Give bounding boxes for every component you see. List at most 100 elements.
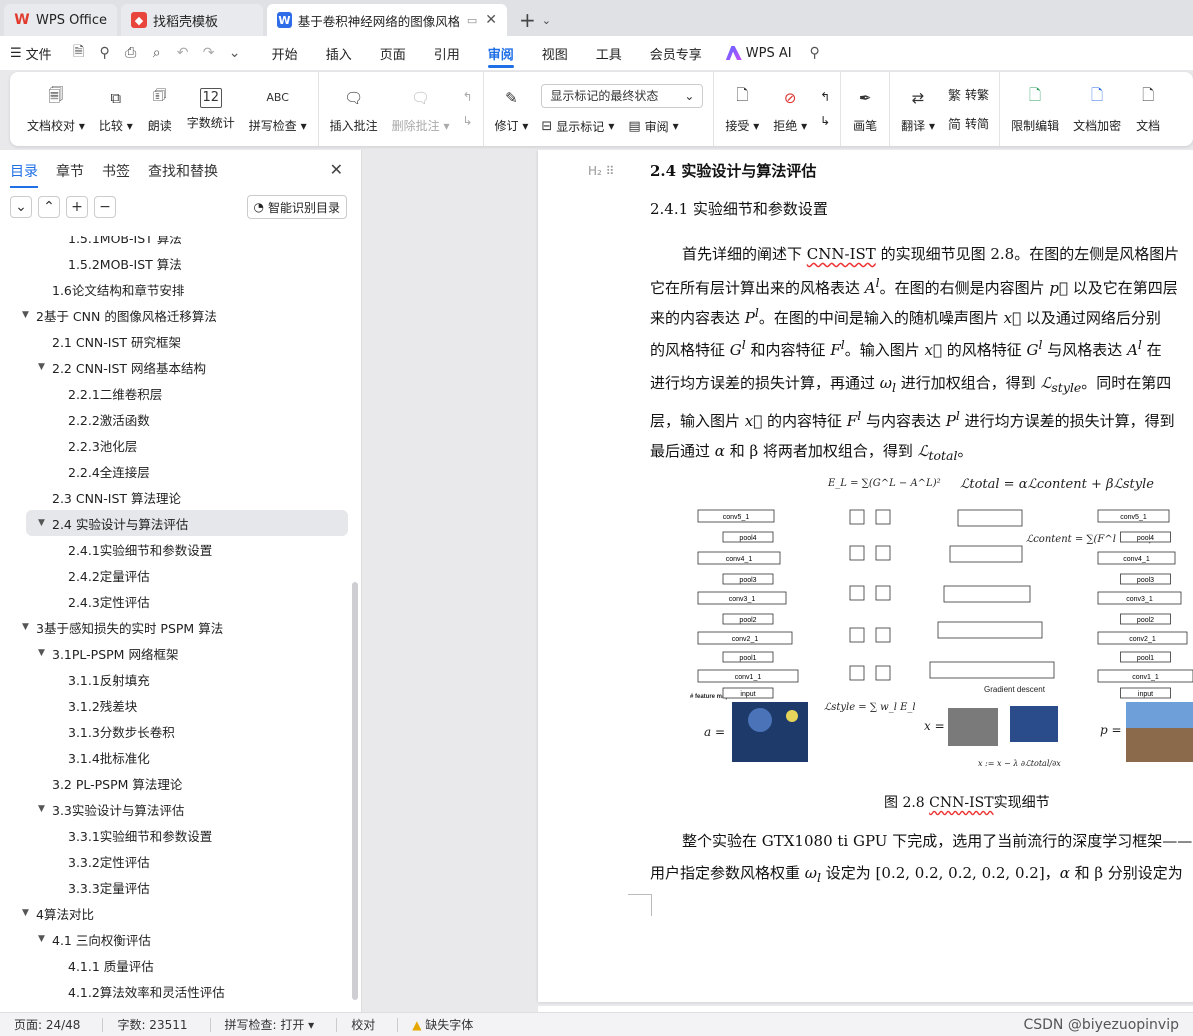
toc-item[interactable]: 3.3.2定性评估 [0,848,150,874]
toc-item[interactable]: 3.3.1实验细节和参数设置 [0,822,212,848]
read-aloud-button[interactable]: 🗊 朗读 [140,72,180,146]
toc-item[interactable]: 3.1.1反射填充 [0,666,150,692]
toc-item[interactable]: 3.1.4批标准化 [0,744,150,770]
to-simplified-button[interactable]: 简 转简 [948,114,989,133]
toc-item[interactable]: ▼ 2.4 实验设计与算法评估 [26,510,348,536]
menu-tab-page[interactable]: 页面 [366,36,420,70]
smart-toc-button[interactable]: ◔ 智能识别目录 [246,195,347,219]
next-change-icon[interactable]: ↳ [820,114,830,128]
to-traditional-button[interactable]: 繁 转繁 [948,85,989,104]
toc-item[interactable]: 2.3 CNN-IST 算法理论 [0,484,181,510]
next-comment-icon[interactable]: ↳ [462,114,472,128]
expand-triangle-icon[interactable]: ▼ [38,804,52,814]
page-indicator[interactable]: 页面: 24/48 [14,1016,80,1033]
close-icon[interactable]: ✕ [485,12,497,28]
toc-item[interactable]: 2.2.4全连接层 [0,458,150,484]
wps-ai-button[interactable]: WPS AI [716,46,802,61]
expand-triangle-icon[interactable]: ▼ [38,934,52,944]
menu-tab-view[interactable]: 视图 [528,36,582,70]
word-count-indicator[interactable]: 字数: 23511 [117,1016,187,1033]
monitor-icon[interactable]: ▭ [467,14,477,27]
toc-item[interactable]: 3.2 PL-PSPM 算法理论 [0,770,182,796]
save-icon[interactable]: 🗎 [66,40,92,66]
insert-comment-button[interactable]: 🗨 插入批注 [323,72,385,146]
print-preview-icon[interactable]: ⌕ [144,40,170,66]
expand-triangle-icon[interactable]: ▼ [22,310,36,320]
nav-tab-bookmarks[interactable]: 书签 [102,150,130,192]
document-more-button[interactable]: 🗋 文档 [1128,72,1168,146]
toc-item[interactable]: 4.1.2算法效率和灵活性评估 [0,978,225,1004]
new-tab-icon[interactable]: + [519,4,536,36]
search-icon[interactable]: ⚲ [802,40,828,66]
menu-tab-references[interactable]: 引用 [420,36,474,70]
menu-tab-start[interactable]: 开始 [258,36,312,70]
compare-button[interactable]: ⧉ 比较 ▾ [92,72,140,146]
toc-item[interactable]: ▼ 3.3实验设计与算法评估 [0,796,184,822]
toc-item[interactable]: ▼ 2.2 CNN-IST 网络基本结构 [0,354,206,380]
proofread-indicator[interactable]: 校对 [351,1016,375,1033]
tab-current-document[interactable]: W 基于卷积神经网络的图像风格迁 ▭ ✕ [267,4,508,36]
share-icon[interactable]: ⚲ [92,40,118,66]
tab-docer-templates[interactable]: ◆ 找稻壳模板 [121,4,264,36]
toc-item[interactable]: 2.2.3池化层 [0,432,137,458]
toc-item[interactable]: 2.2.2激活函数 [0,406,150,432]
accept-button[interactable]: 🗋 接受 ▾ [718,72,766,146]
toc-item[interactable]: ▼ 2基于 CNN 的图像风格迁移算法 [0,302,217,328]
expand-triangle-icon[interactable]: ▼ [38,648,52,658]
add-heading-icon[interactable]: + [66,196,88,218]
nav-tab-toc[interactable]: 目录 [10,150,38,192]
expand-triangle-icon[interactable]: ▼ [38,362,52,372]
remove-heading-icon[interactable]: − [94,196,116,218]
review-pane-button[interactable]: ▤ 审阅 ▾ [628,118,678,135]
toc-item[interactable]: ▼ 3.1PL-PSPM 网络框架 [0,640,178,666]
redo-icon[interactable]: ↷ [196,40,222,66]
spell-check-indicator[interactable]: 拼写检查: 打开 ▾ [225,1016,315,1033]
toc-item[interactable]: 2.1 CNN-IST 研究框架 [0,328,181,354]
reject-button[interactable]: ⊘ 拒绝 ▾ [766,72,814,146]
heading-drag-handle[interactable]: H₂ ⠿ [588,164,614,178]
toc-item[interactable]: 3.1.3分数步长卷积 [0,718,175,744]
toc-item[interactable]: ▼ 4算法对比 [0,900,94,926]
chevron-down-icon[interactable]: ⌄ [222,40,248,66]
delete-comment-button[interactable]: 🗨 删除批注 ▾ [385,72,457,146]
toc-item[interactable]: 2.2.1二维卷积层 [0,380,162,406]
toc-item[interactable]: 1.5.2MOB-IST 算法 [0,250,182,276]
revise-button[interactable]: ✎ 修订 ▾ [488,72,536,146]
show-marks-button[interactable]: ⊟ 显示标记 ▾ [541,118,614,135]
toc-item[interactable]: 3.1.2残差块 [0,692,137,718]
expand-triangle-icon[interactable]: ▼ [22,622,36,632]
print-icon[interactable]: ⎙ [118,40,144,66]
doc-check-button[interactable]: 🗐 文档校对 ▾ [20,72,92,146]
undo-icon[interactable]: ↶ [170,40,196,66]
toc-item[interactable]: 1.5.1MOB-IST 算法 [0,236,182,250]
menu-tab-member[interactable]: 会员专享 [636,36,716,70]
file-menu[interactable]: ☰ 文件 [10,44,52,63]
collapse-chevron-icon[interactable]: ⌄ [10,196,32,218]
expand-triangle-icon[interactable]: ▼ [38,518,52,528]
toc-item[interactable]: 3.3.3定量评估 [0,874,150,900]
nav-tab-find-replace[interactable]: 查找和替换 [148,150,218,192]
word-count-button[interactable]: 12 字数统计 [180,72,242,146]
encrypt-button[interactable]: 🗋 文档加密 [1066,72,1128,146]
toc-item[interactable]: 2.4.1实验细节和参数设置 [0,536,212,562]
toc-item[interactable]: 1.6论文结构和章节安排 [0,276,184,302]
toc-item[interactable]: 2.4.3定性评估 [0,588,150,614]
translate-button[interactable]: ⇄ 翻译 ▾ [894,72,942,146]
toc-item[interactable]: 2.4.2定量评估 [0,562,150,588]
missing-font-indicator[interactable]: ▲ 缺失字体 [412,1016,473,1033]
nav-tab-chapters[interactable]: 章节 [56,150,84,192]
nav-scrollbar[interactable] [352,582,358,1000]
expand-triangle-icon[interactable]: ▼ [22,908,36,918]
expand-chevron-icon[interactable]: ⌃ [38,196,60,218]
toc-item[interactable]: ▼ 4.1 三向权衡评估 [0,926,151,952]
markup-display-select[interactable]: 显示标记的最终状态 ⌄ [541,83,704,108]
restrict-edit-button[interactable]: 🗋 限制编辑 [1004,72,1066,146]
tab-wps-office[interactable]: W WPS Office [4,4,118,36]
chevron-down-icon[interactable]: ⌄ [542,4,551,36]
prev-change-icon[interactable]: ↰ [820,90,830,104]
toc-item[interactable]: 4.1.1 质量评估 [0,952,154,978]
menu-tab-insert[interactable]: 插入 [312,36,366,70]
brush-button[interactable]: ✒ 画笔 [845,72,885,146]
close-icon[interactable]: ✕ [330,160,343,179]
prev-comment-icon[interactable]: ↰ [462,90,472,104]
